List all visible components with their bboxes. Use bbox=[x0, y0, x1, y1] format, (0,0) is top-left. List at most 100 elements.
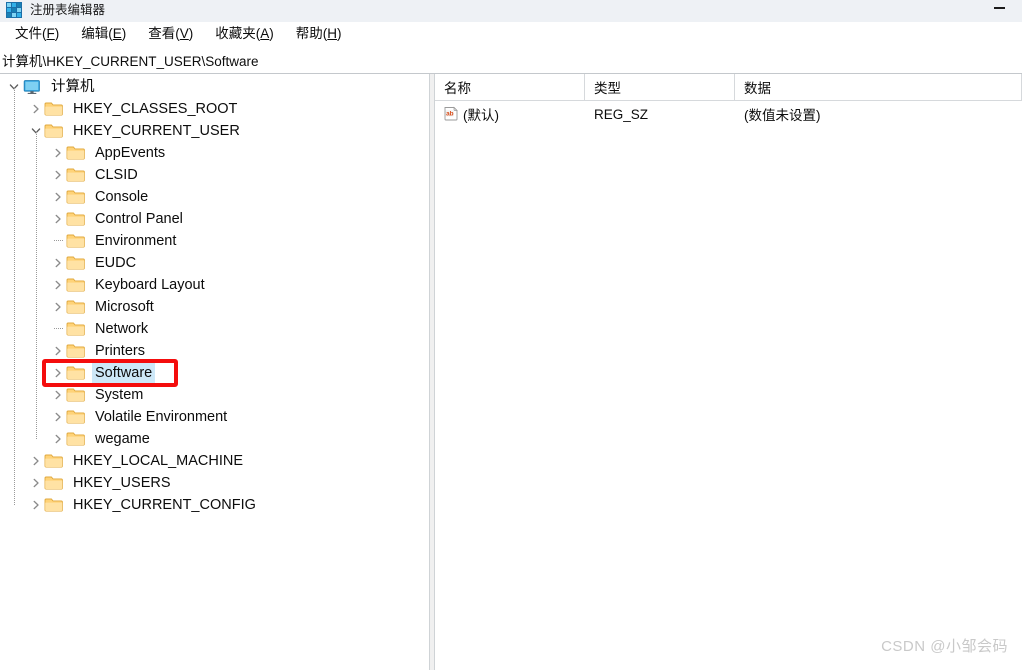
folder-icon bbox=[66, 255, 86, 271]
folder-icon bbox=[66, 365, 86, 381]
tree-item[interactable]: Console bbox=[0, 186, 429, 208]
folder-icon bbox=[66, 387, 86, 403]
chevron-right-icon[interactable] bbox=[28, 98, 44, 120]
value-data-cell: (数值未设置) bbox=[744, 108, 821, 123]
tree-item-label: AppEvents bbox=[95, 145, 166, 161]
column-header-label: 名称 bbox=[444, 81, 471, 96]
tree-guide-line bbox=[14, 87, 15, 505]
tree-connector bbox=[50, 230, 66, 252]
chevron-right-icon[interactable] bbox=[50, 274, 66, 296]
folder-icon bbox=[44, 101, 64, 117]
chevron-right-icon[interactable] bbox=[28, 472, 44, 494]
tree-item[interactable]: HKEY_USERS bbox=[0, 472, 429, 494]
column-header-3[interactable]: 数据 bbox=[735, 74, 1022, 100]
menu-item-4[interactable]: 收藏夹(A) bbox=[204, 23, 285, 46]
tree-item-selected[interactable]: Software bbox=[0, 362, 429, 384]
menu-item-mnemonic: E bbox=[112, 26, 122, 41]
folder-icon bbox=[44, 123, 64, 139]
chevron-right-icon[interactable] bbox=[50, 142, 66, 164]
chevron-right-icon[interactable] bbox=[28, 450, 44, 472]
tree-item[interactable]: EUDC bbox=[0, 252, 429, 274]
chevron-right-icon[interactable] bbox=[50, 164, 66, 186]
tree-item[interactable]: HKEY_LOCAL_MACHINE bbox=[0, 450, 429, 472]
menu-item-5[interactable]: 帮助(H) bbox=[285, 23, 353, 46]
chevron-right-icon[interactable] bbox=[50, 296, 66, 318]
watermark: CSDN @小邹会码 bbox=[881, 638, 1008, 655]
menu-item-tail: ) bbox=[269, 26, 274, 41]
menu-item-1[interactable]: 文件(F) bbox=[4, 23, 70, 46]
menu-item-text: 文件( bbox=[15, 26, 47, 41]
registry-values-pane[interactable]: 名称 类型 数据 ab (默认) REG_SZ (数值未设置) bbox=[435, 74, 1022, 670]
menu-item-2[interactable]: 编辑(E) bbox=[70, 23, 137, 46]
tree-item[interactable]: Keyboard Layout bbox=[0, 274, 429, 296]
chevron-right-icon[interactable] bbox=[50, 362, 66, 384]
tree-item[interactable]: Control Panel bbox=[0, 208, 429, 230]
registry-tree-pane[interactable]: 计算机 HKEY_CLASSES_ROOT HKEY_CURRENT_USER App… bbox=[0, 74, 429, 670]
tree-item[interactable]: 计算机 bbox=[0, 76, 429, 98]
value-name-label: (默认) bbox=[463, 108, 499, 123]
value-row[interactable]: ab (默认) REG_SZ (数值未设置) bbox=[435, 101, 1022, 127]
tree-item[interactable]: HKEY_CLASSES_ROOT bbox=[0, 98, 429, 120]
value-type-cell: REG_SZ bbox=[594, 106, 649, 122]
column-header-label: 数据 bbox=[744, 81, 771, 96]
tree-item[interactable]: Network bbox=[0, 318, 429, 340]
tree-item[interactable]: Microsoft bbox=[0, 296, 429, 318]
folder-icon bbox=[66, 409, 86, 425]
tree-item-label: Control Panel bbox=[95, 211, 183, 227]
address-bar[interactable]: 计算机\HKEY_CURRENT_USER\Software bbox=[0, 47, 1022, 74]
chevron-right-icon[interactable] bbox=[50, 428, 66, 450]
tree-item-label: HKEY_CURRENT_USER bbox=[73, 123, 240, 139]
chevron-right-icon[interactable] bbox=[50, 340, 66, 362]
menu-item-tail: ) bbox=[337, 26, 342, 41]
menu-item-mnemonic: F bbox=[46, 26, 55, 41]
tree-item-label: Console bbox=[95, 189, 149, 205]
menu-item-tail: ) bbox=[121, 26, 127, 41]
chevron-right-icon[interactable] bbox=[50, 208, 66, 230]
values-list: ab (默认) REG_SZ (数值未设置) bbox=[435, 101, 1022, 127]
menu-item-mnemonic: A bbox=[260, 26, 270, 41]
chevron-right-icon[interactable] bbox=[50, 384, 66, 406]
chevron-right-icon[interactable] bbox=[50, 252, 66, 274]
tree-item-label: Volatile Environment bbox=[95, 409, 228, 425]
registry-editor-window: 注册表编辑器 文件(F) 编辑(E) 查看(V) 收藏夹(A) 帮助(H) 计算机\HK… bbox=[0, 0, 1022, 670]
menu-item-mnemonic: V bbox=[179, 26, 189, 41]
chevron-right-icon[interactable] bbox=[50, 186, 66, 208]
column-header-label: 类型 bbox=[594, 81, 621, 96]
menu-item-3[interactable]: 查看(V) bbox=[137, 23, 204, 46]
folder-icon bbox=[66, 431, 86, 447]
tree-item[interactable]: HKEY_CURRENT_USER bbox=[0, 120, 429, 142]
chevron-right-icon[interactable] bbox=[28, 494, 44, 516]
folder-icon bbox=[66, 211, 86, 227]
tree-item[interactable]: Volatile Environment bbox=[0, 406, 429, 428]
tree-item-label: Microsoft bbox=[95, 299, 154, 315]
tree-item[interactable]: wegame bbox=[0, 428, 429, 450]
tree-item[interactable]: System bbox=[0, 384, 429, 406]
menu-item-tail: ) bbox=[188, 26, 194, 41]
value-name-cell: ab (默认) bbox=[435, 101, 585, 127]
menu-item-text: 查看( bbox=[148, 26, 180, 41]
menu-item-mnemonic: H bbox=[327, 26, 338, 41]
column-header-2[interactable]: 类型 bbox=[585, 74, 735, 100]
folder-icon bbox=[66, 343, 86, 359]
tree-item-label: Software bbox=[92, 362, 156, 384]
tree-item[interactable]: Environment bbox=[0, 230, 429, 252]
minimize-button[interactable] bbox=[976, 0, 1022, 22]
minimize-icon bbox=[993, 7, 1005, 9]
svg-text:ab: ab bbox=[446, 110, 454, 117]
content-area: 计算机 HKEY_CLASSES_ROOT HKEY_CURRENT_USER App… bbox=[0, 74, 1022, 670]
menu-item-text: 收藏夹( bbox=[215, 26, 261, 41]
column-header-1[interactable]: 名称 bbox=[435, 74, 585, 100]
tree-item[interactable]: AppEvents bbox=[0, 142, 429, 164]
tree-item-label: HKEY_LOCAL_MACHINE bbox=[73, 453, 244, 469]
tree-item[interactable]: HKEY_CURRENT_CONFIG bbox=[0, 494, 429, 516]
folder-icon bbox=[44, 497, 64, 513]
tree-item-label: HKEY_USERS bbox=[73, 475, 171, 491]
tree-item[interactable]: CLSID bbox=[0, 164, 429, 186]
window-controls bbox=[976, 0, 1022, 22]
tree-item-label: Network bbox=[95, 321, 149, 337]
tree-item-label: Printers bbox=[95, 343, 145, 359]
menu-item-text: 编辑( bbox=[81, 26, 113, 41]
tree-item[interactable]: Printers bbox=[0, 340, 429, 362]
chevron-right-icon[interactable] bbox=[50, 406, 66, 428]
tree-item-label: EUDC bbox=[95, 255, 137, 271]
